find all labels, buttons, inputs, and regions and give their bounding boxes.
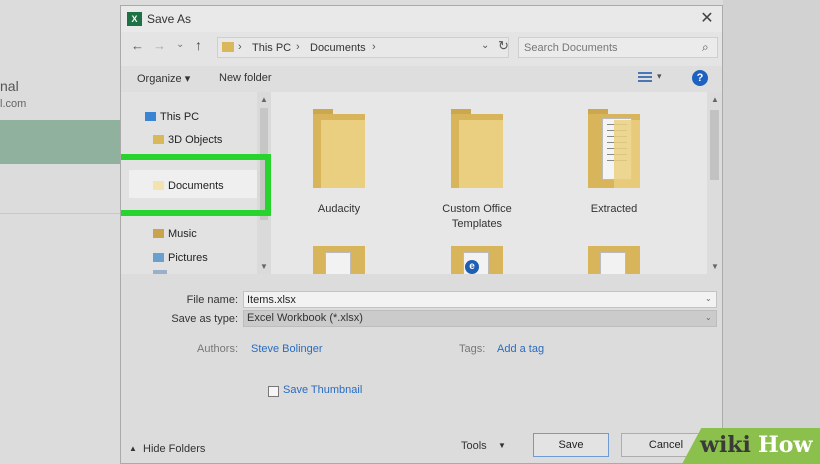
sidebar-item-pictures[interactable]: Pictures — [153, 249, 208, 267]
file-list: Audacity Custom Office Templates Extract… — [271, 92, 722, 276]
navigation-pane: This PC 3D Objects Documents Music Pictu… — [121, 92, 271, 274]
save-options-panel: File name: ⌄ Save as type: Excel Workboo… — [121, 274, 722, 463]
folder-label[interactable]: Audacity — [279, 202, 399, 217]
background-account-email: l.com — [0, 98, 27, 110]
new-folder-button[interactable]: New folder — [219, 72, 272, 84]
view-options-icon[interactable] — [638, 72, 652, 82]
save-button[interactable]: Save — [533, 433, 609, 457]
address-dropdown-icon[interactable]: ⌄ — [481, 40, 489, 51]
save-as-dialog: X Save As ✕ ← → ⌄ ↑ › This PC › Document… — [120, 5, 723, 464]
tags-field[interactable]: Add a tag — [497, 343, 544, 355]
address-bar[interactable]: › This PC › Documents › — [217, 37, 509, 58]
folder-icon[interactable] — [313, 246, 365, 276]
file-name-label: File name: — [186, 294, 238, 306]
save-thumbnail-checkbox[interactable] — [268, 386, 279, 397]
forward-arrow-icon[interactable]: → — [153, 38, 166, 53]
search-icon[interactable]: ⌕ — [702, 40, 709, 55]
authors-label: Authors: — [197, 343, 238, 355]
scroll-up-icon[interactable]: ▲ — [711, 95, 719, 104]
help-icon[interactable]: ? — [692, 70, 708, 86]
scroll-down-icon[interactable]: ▼ — [260, 262, 268, 271]
sidebar-item-3d-objects[interactable]: 3D Objects — [153, 131, 222, 149]
cube-icon — [153, 135, 164, 144]
recent-locations-icon[interactable]: ⌄ — [176, 39, 184, 50]
folder-label[interactable]: Extracted — [554, 202, 674, 217]
scroll-down-icon[interactable]: ▼ — [711, 262, 719, 271]
toolbar: Organize ▾ New folder ▾ ? — [121, 66, 722, 92]
search-input[interactable]: Search Documents — [524, 42, 618, 54]
save-as-type-select[interactable]: Excel Workbook (*.xlsx) — [243, 310, 717, 327]
authors-field[interactable]: Steve Bolinger — [251, 343, 323, 355]
organize-button[interactable]: Organize ▾ — [137, 72, 190, 85]
edge-browser-icon: e — [465, 260, 479, 274]
breadcrumb-separator[interactable]: › — [372, 41, 376, 53]
background-account-name: nal — [0, 78, 19, 94]
save-as-type-label: Save as type: — [171, 313, 238, 325]
computer-icon — [145, 112, 156, 121]
breadcrumb-this-pc[interactable]: This PC — [252, 42, 291, 54]
refresh-icon[interactable]: ↻ — [498, 38, 509, 54]
folder-audacity-icon[interactable] — [313, 109, 365, 188]
background-divider — [0, 213, 125, 214]
view-dropdown-icon[interactable]: ▾ — [657, 71, 662, 82]
up-arrow-icon[interactable]: ↑ — [195, 37, 202, 53]
pictures-icon — [153, 253, 164, 262]
file-name-input[interactable] — [243, 291, 717, 308]
hide-folders-button[interactable]: Hide Folders — [143, 443, 205, 455]
sidebar-item-label: This PC — [160, 111, 200, 123]
save-as-type-dropdown-icon[interactable]: ⌄ — [705, 313, 712, 322]
folder-icon[interactable] — [588, 246, 640, 276]
watermark-how-text: How — [758, 432, 813, 458]
breadcrumb-separator[interactable]: › — [238, 41, 242, 53]
background-right-panel — [723, 0, 820, 464]
watermark-wiki-text: wiki — [700, 432, 751, 458]
documents-highlight-box — [121, 154, 271, 216]
folder-extracted-icon[interactable] — [588, 109, 640, 188]
scrollbar-thumb[interactable] — [710, 110, 719, 180]
title-bar: X Save As ✕ — [121, 6, 722, 32]
tags-label: Tags: — [459, 343, 486, 355]
folder-custom-office-templates-icon[interactable] — [451, 109, 503, 188]
folder-label[interactable]: Custom Office Templates — [417, 202, 537, 232]
breadcrumb-documents[interactable]: Documents — [310, 42, 366, 54]
excel-icon: X — [127, 12, 142, 26]
save-thumbnail-label[interactable]: Save Thumbnail — [283, 384, 362, 396]
sidebar-item-this-pc[interactable]: This PC — [145, 108, 199, 126]
sidebar-item-label: 3D Objects — [168, 134, 223, 146]
search-box[interactable]: Search Documents ⌕ — [518, 37, 718, 58]
sidebar-item-label: Pictures — [168, 252, 208, 264]
file-name-dropdown-icon[interactable]: ⌄ — [705, 294, 712, 303]
sidebar-item-label: Music — [168, 228, 197, 240]
dialog-title: Save As — [147, 12, 192, 26]
close-button[interactable]: ✕ — [696, 9, 718, 29]
music-icon — [153, 229, 164, 238]
breadcrumb-separator[interactable]: › — [296, 41, 300, 53]
back-arrow-icon[interactable]: ← — [131, 38, 144, 53]
sidebar-item-music[interactable]: Music — [153, 225, 197, 243]
tools-button[interactable]: Tools — [461, 440, 487, 452]
scroll-up-icon[interactable]: ▲ — [260, 95, 268, 104]
tools-dropdown-icon[interactable]: ▼ — [498, 441, 506, 450]
background-highlight-strip — [0, 120, 125, 164]
folder-icon — [222, 42, 234, 52]
chevron-up-icon[interactable]: ▲ — [129, 444, 137, 453]
